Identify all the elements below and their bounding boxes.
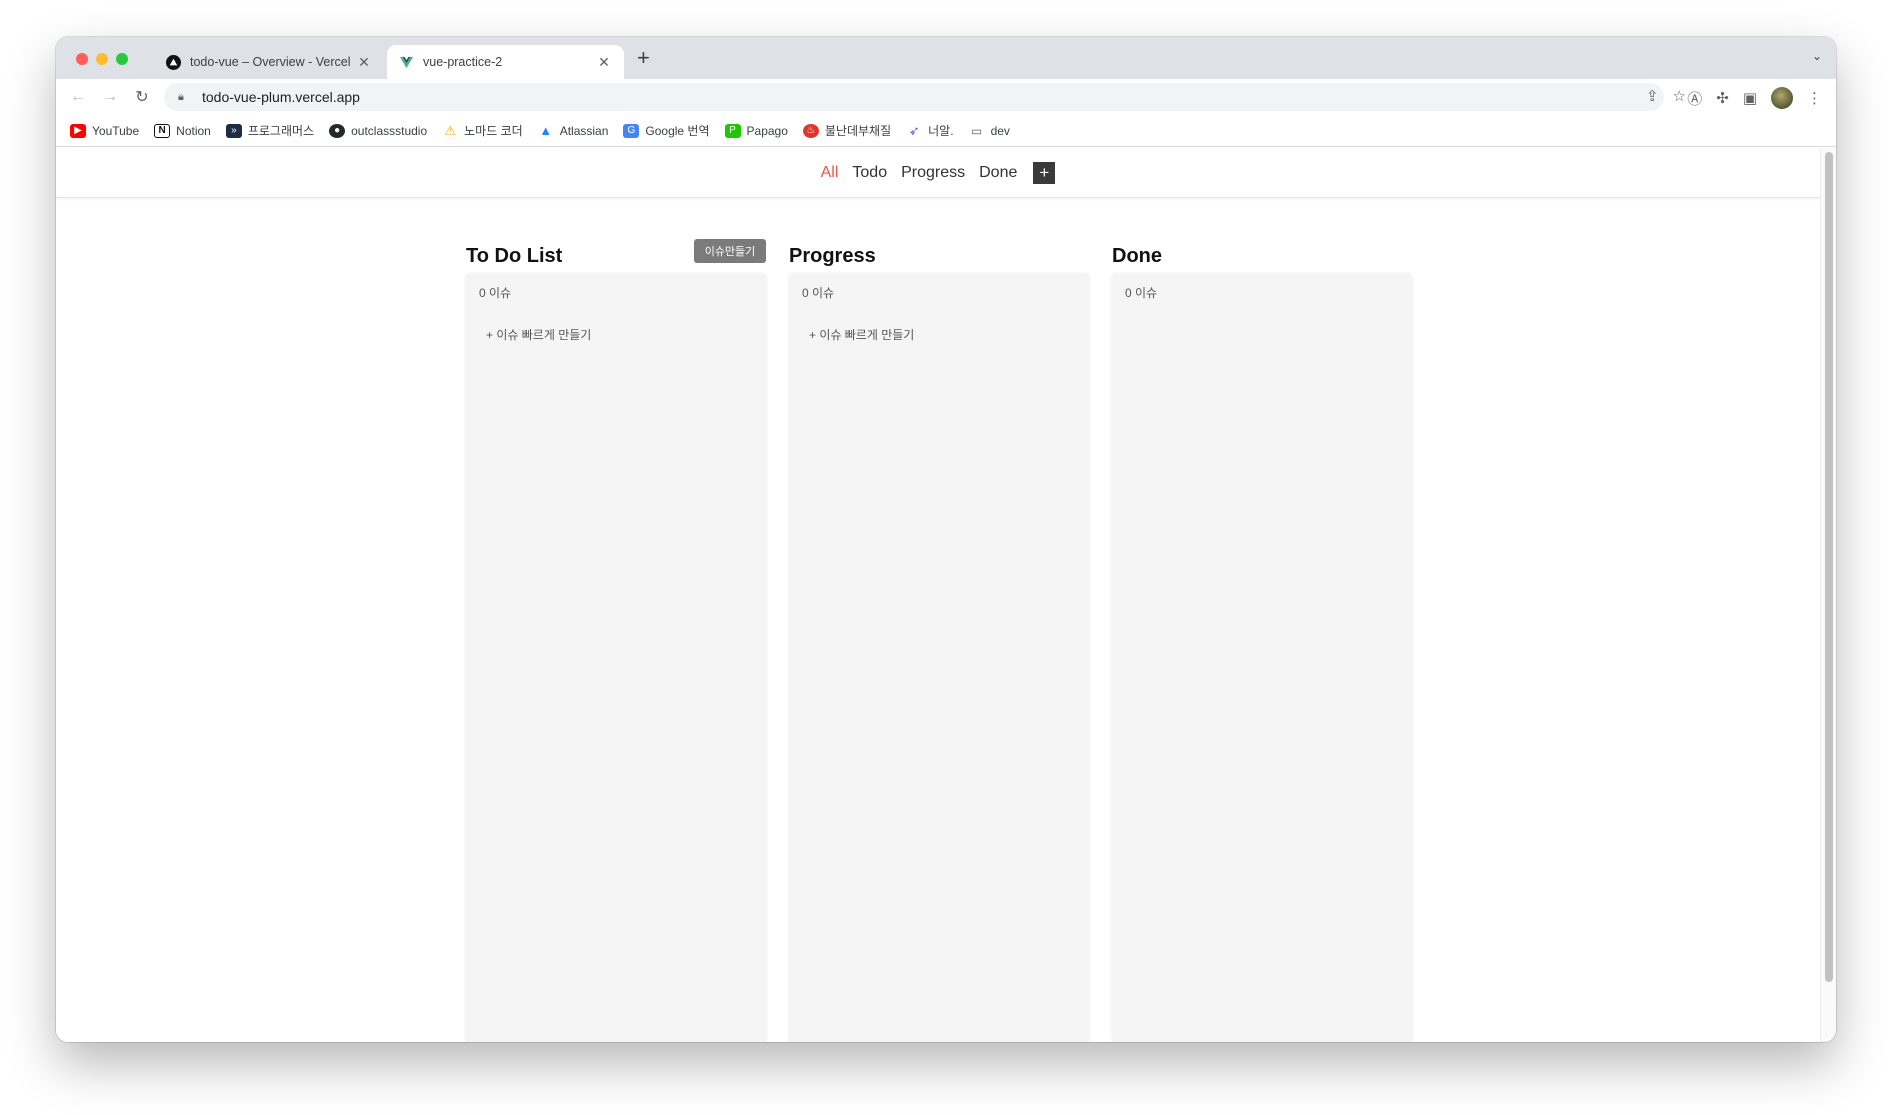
add-issue-button[interactable]: +	[1033, 161, 1056, 184]
bookmark-label: Notion	[176, 123, 211, 138]
bookmark-dev-folder[interactable]: ▭ dev	[969, 124, 1010, 138]
lock-icon: 🔒︎	[178, 90, 184, 103]
extension-a-icon[interactable]: Ⓐ	[1687, 88, 1702, 109]
omnibox-actions: ⇪ ☆	[1646, 87, 1686, 105]
tab-vue-practice[interactable]: vue-practice-2 ✕	[387, 45, 624, 79]
bookmark-google-translate[interactable]: G Google 번역	[623, 122, 710, 139]
bookmark-label: 프로그래머스	[247, 124, 315, 138]
top-nav: All Todo Progress Done +	[56, 148, 1820, 198]
nav-todo[interactable]: Todo	[852, 164, 887, 182]
column-todo: To Do List 이슈만들기 0 이슈 + 이슈 빠르게 만들기	[466, 239, 766, 1042]
page-scrollbar[interactable]	[1820, 148, 1836, 1042]
bookmark-label: Atlassian	[559, 123, 609, 138]
browser-window: todo-vue – Overview - Vercel ✕ vue-pract…	[56, 37, 1836, 1042]
share-icon[interactable]: ⇪	[1646, 87, 1659, 105]
programmers-icon: »	[225, 123, 242, 138]
vercel-icon	[166, 54, 181, 70]
notion-icon: N	[154, 123, 171, 138]
bookmark-rocket[interactable]: ➶ 너알.	[906, 122, 954, 139]
browser-toolbar: ← → ↻ 🔒︎ todo-vue-plum.vercel.app ⇪ ☆ Ⓐ …	[56, 79, 1836, 115]
quick-add-issue-link[interactable]: + 이슈 빠르게 만들기	[809, 326, 914, 343]
bookmark-papago[interactable]: P Papago	[724, 123, 788, 138]
bookmark-nomad[interactable]: ⚠ 노마드 코더	[442, 122, 523, 139]
tab-strip: todo-vue – Overview - Vercel ✕ vue-pract…	[56, 37, 1836, 79]
address-bar[interactable]: 🔒︎ todo-vue-plum.vercel.app	[164, 83, 1664, 111]
column-header: To Do List 이슈만들기	[466, 239, 766, 275]
toolbar-extensions: Ⓐ ✣ ▣ ⋮	[1687, 87, 1822, 109]
column-header: Progress	[789, 239, 1089, 275]
bookmark-notion[interactable]: N Notion	[154, 123, 211, 138]
make-issue-button[interactable]: 이슈만들기	[694, 239, 766, 263]
back-arrow-icon[interactable]: ←	[62, 88, 94, 106]
column-title: Done	[1112, 245, 1162, 267]
nav-done[interactable]: Done	[979, 164, 1017, 182]
bookmark-label: Google 번역	[645, 124, 710, 138]
bookmark-atlassian[interactable]: ▲ Atlassian	[538, 123, 609, 138]
folder-icon: ▭	[970, 123, 983, 138]
tab-title: vue-practice-2	[423, 55, 503, 69]
forward-arrow-icon[interactable]: →	[94, 88, 126, 106]
issue-count: 0 이슈	[802, 286, 835, 300]
bookmark-label: dev	[990, 123, 1010, 138]
youtube-icon: ▶	[70, 123, 86, 138]
zoom-window-button[interactable]	[116, 53, 128, 65]
atlassian-icon: ▲	[539, 123, 553, 138]
more-menu-icon[interactable]: ⋮	[1807, 89, 1822, 107]
rocket-icon: ➶	[908, 122, 920, 138]
bookmark-label: 노마드 코더	[464, 124, 523, 138]
tab-search-chevron-icon[interactable]: ⌄	[1812, 49, 1822, 63]
quick-add-issue-link[interactable]: + 이슈 빠르게 만들기	[486, 326, 591, 343]
bookmarks-bar: ▶ YouTube N Notion » 프로그래머스 ● outclassst…	[56, 115, 1836, 147]
bookmark-label: Papago	[746, 123, 788, 138]
bookmark-label: 너알.	[928, 124, 954, 138]
github-icon: ●	[329, 123, 346, 138]
column-done: Done 0 이슈	[1112, 239, 1412, 1042]
column-title: To Do List	[466, 245, 563, 267]
bookmark-label: YouTube	[92, 123, 140, 138]
fire-icon: ♨	[802, 123, 819, 138]
puzzle-extensions-icon[interactable]: ✣	[1716, 89, 1729, 107]
bookmark-star-icon[interactable]: ☆	[1673, 87, 1686, 105]
column-title: Progress	[789, 245, 876, 267]
bookmark-outclassstudio[interactable]: ● outclassstudio	[329, 123, 428, 138]
column-progress: Progress 0 이슈 + 이슈 빠르게 만들기	[789, 239, 1089, 1042]
issue-count: 0 이슈	[479, 286, 512, 300]
tab-close-icon[interactable]: ✕	[356, 54, 372, 71]
scrollbar-thumb[interactable]	[1825, 152, 1833, 982]
window-controls	[76, 53, 128, 65]
reload-icon[interactable]: ↻	[126, 87, 158, 107]
bookmark-fire[interactable]: ♨ 불난데부채질	[802, 122, 892, 139]
url-text: todo-vue-plum.vercel.app	[202, 89, 360, 105]
side-panel-icon[interactable]: ▣	[1743, 89, 1757, 107]
nomad-icon: ⚠	[444, 122, 456, 138]
profile-avatar[interactable]	[1771, 87, 1793, 109]
bookmark-label: 불난데부채질	[824, 124, 892, 138]
nav-all[interactable]: All	[821, 164, 839, 182]
bookmark-youtube[interactable]: ▶ YouTube	[70, 123, 140, 138]
column-body: 0 이슈	[1112, 273, 1412, 1042]
column-header: Done	[1112, 239, 1412, 275]
bookmark-programmers[interactable]: » 프로그래머스	[225, 122, 315, 139]
tab-vercel[interactable]: todo-vue – Overview - Vercel ✕	[154, 45, 384, 79]
page-viewport: All Todo Progress Done + To Do List 이슈만들…	[56, 148, 1820, 1042]
google-translate-icon: G	[623, 123, 640, 138]
tab-title: todo-vue – Overview - Vercel	[190, 55, 351, 69]
column-body: 0 이슈 + 이슈 빠르게 만들기	[789, 273, 1089, 1042]
nav-progress[interactable]: Progress	[901, 164, 965, 182]
papago-icon: P	[724, 123, 741, 138]
issue-count: 0 이슈	[1125, 286, 1158, 300]
column-body: 0 이슈 + 이슈 빠르게 만들기	[466, 273, 766, 1042]
bookmark-label: outclassstudio	[351, 123, 428, 138]
close-window-button[interactable]	[76, 53, 88, 65]
minimize-window-button[interactable]	[96, 53, 108, 65]
vue-icon	[399, 56, 414, 68]
new-tab-icon[interactable]: +	[637, 47, 650, 69]
tab-close-icon[interactable]: ✕	[596, 54, 612, 71]
